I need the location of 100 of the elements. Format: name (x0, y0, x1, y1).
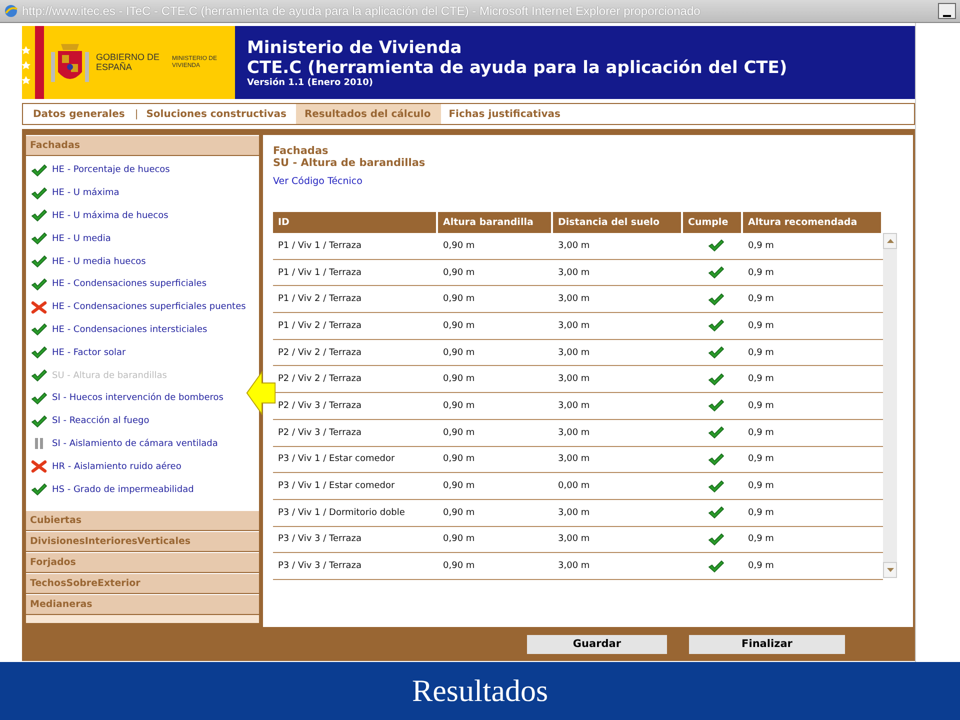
pointer-arrow-icon (246, 371, 276, 415)
table-cell: P3 / Viv 3 / Terraza (273, 526, 438, 554)
scrollbar[interactable] (883, 233, 897, 578)
table-cell: 3,00 m (553, 553, 683, 580)
action-button[interactable]: Guardar (527, 634, 667, 654)
check-icon (708, 426, 724, 440)
check-icon (708, 560, 724, 573)
code-link[interactable]: Ver Código Técnico (273, 176, 362, 187)
check-title: SU - Altura de barandillas (273, 157, 426, 169)
table-cell: 3,00 m (553, 233, 683, 260)
column-header: Altura recomendada (743, 212, 883, 233)
table-cell: 3,00 m (553, 366, 683, 394)
check-icon (31, 414, 47, 428)
action-button[interactable]: Finalizar (689, 634, 845, 654)
table-cell: 3,00 m (553, 420, 683, 446)
table-cell: P3 / Viv 1 / Estar comedor (273, 446, 438, 474)
check-icon (708, 319, 724, 332)
nav-tab[interactable]: Datos generales (31, 104, 135, 124)
down-arrow-icon (886, 568, 894, 572)
table-cell: P1 / Viv 1 / Terraza (273, 260, 438, 286)
check-icon (708, 532, 724, 546)
cross-icon (31, 300, 47, 314)
check-icon (708, 346, 724, 360)
table-cell: 0,90 m (438, 340, 553, 366)
scroll-up-button[interactable] (883, 233, 897, 249)
check-icon (708, 266, 724, 280)
table-cell: 0,90 m (438, 286, 553, 314)
table-cell: P3 / Viv 3 / Terraza (273, 553, 438, 580)
check-icon (708, 506, 724, 520)
check-icon (708, 239, 724, 252)
check-item[interactable]: HE - U media huecos (26, 250, 146, 273)
table-cell: 0,90 m (438, 500, 553, 527)
scroll-down-button[interactable] (883, 562, 897, 578)
minimize-button[interactable] (938, 3, 956, 19)
table-cell: P2 / Viv 3 / Terraza (273, 420, 438, 446)
check-icon (708, 452, 724, 466)
table-cell: 0,90 m (438, 473, 553, 500)
check-item[interactable]: SI - Aislamiento de cámara ventilada (26, 432, 218, 456)
table-cell: 3,00 m (553, 446, 683, 474)
table-cell: 0,00 m (553, 473, 683, 500)
column-header: Cumple (683, 212, 743, 233)
check-item[interactable]: HE - Porcentaje de huecos (26, 159, 170, 182)
table-cell: P2 / Viv 2 / Terraza (273, 340, 438, 366)
check-icon (708, 480, 724, 493)
up-arrow-icon (886, 239, 894, 243)
nav-tab[interactable]: Fichas justificativas (440, 104, 570, 124)
check-icon (708, 292, 724, 306)
check-icon (31, 392, 47, 405)
minimize-icon (943, 15, 951, 18)
slide-caption: Resultados (412, 673, 548, 709)
check-item[interactable]: HE - U máxima (26, 182, 120, 205)
check-item[interactable]: HE - Condensaciones intersticiales (26, 318, 208, 342)
tab-separator: | (134, 108, 138, 120)
check-icon (31, 255, 47, 268)
version-label: Versión 1.1 (Enero 2010) (247, 78, 374, 88)
table-cell: P3 / Viv 1 / Dormitorio doble (273, 500, 438, 527)
cross-icon (31, 460, 47, 474)
table-cell: 0,90 m (438, 233, 553, 260)
table-cell: P1 / Viv 2 / Terraza (273, 286, 438, 314)
table-cell: 3,00 m (553, 313, 683, 340)
check-icon (31, 164, 47, 177)
check-item[interactable]: HS - Grado de impermeabilidad (26, 478, 194, 501)
table-cell: 0,90 m (438, 446, 553, 474)
check-item[interactable]: HE - U máxima de huecos (26, 204, 168, 228)
nav-tab[interactable]: Soluciones constructivas (138, 104, 296, 124)
table-cell: 3,00 m (553, 260, 683, 286)
table-cell: 0,90 m (438, 526, 553, 554)
table-cell: P3 / Viv 1 / Estar comedor (273, 473, 438, 500)
government-label: GOBIERNO DE ESPAÑA (96, 52, 161, 72)
check-icon (31, 369, 47, 382)
check-item[interactable]: SI - Huecos intervención de bomberos (26, 386, 224, 410)
table-cell: P1 / Viv 1 / Terraza (273, 233, 438, 260)
check-item[interactable]: HE - Condensaciones superficiales (26, 272, 207, 296)
table-cell: P1 / Viv 2 / Terraza (273, 313, 438, 340)
table-cell: 0,90 m (438, 366, 553, 394)
table-cell: 0,90 m (438, 393, 553, 420)
check-item[interactable]: SI - Reacción al fuego (26, 410, 150, 433)
check-icon (708, 399, 724, 412)
browser-icon (4, 4, 18, 18)
section-title: Fachadas (273, 145, 330, 157)
table-cell: 0,90 m (438, 553, 553, 580)
table-cell: 0,90 m (438, 420, 553, 446)
check-item[interactable]: HE - U media (26, 227, 111, 250)
check-icon (31, 346, 47, 360)
app-title: CTE.C (herramienta de ayuda para la aplicación del CTE) (247, 58, 788, 78)
table-cell: 3,00 m (553, 340, 683, 366)
window-title: http://www.itec.es - ITeC - CTE.C (herramienta de ayuda para la aplicación del CTE) - Microsoft Internet Explorer proporcionado (22, 4, 702, 18)
check-icon (31, 186, 47, 200)
check-icon (31, 483, 47, 496)
column-header: Distancia del suelo (553, 212, 683, 233)
table-cell: 0,90 m (438, 260, 553, 286)
check-item[interactable]: HE - Factor solar (26, 341, 126, 364)
table-cell: 3,00 m (553, 286, 683, 314)
ministry-title: Ministerio de Vivienda (247, 38, 463, 58)
check-icon (31, 209, 47, 222)
check-item[interactable]: HE - Condensaciones superficiales puentes (26, 296, 246, 319)
check-icon (31, 323, 47, 336)
column-header: ID (273, 212, 438, 233)
check-item[interactable]: HR - Aislamiento ruido aéreo (26, 455, 182, 478)
column-header: Altura barandilla (438, 212, 553, 233)
